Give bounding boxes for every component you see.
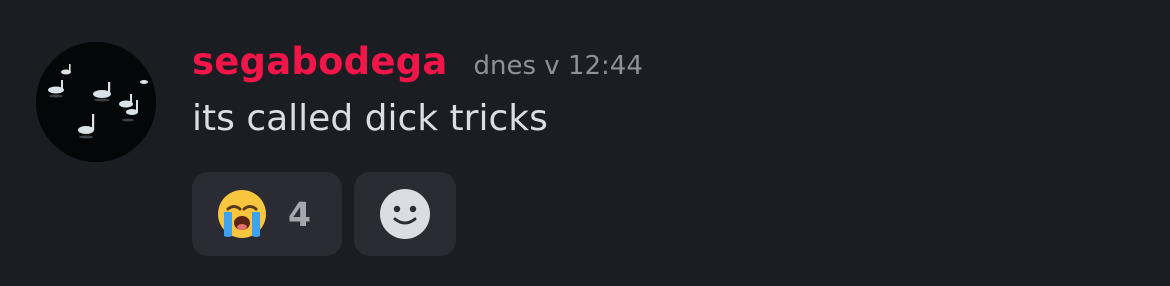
reaction-count: 4 xyxy=(288,194,311,234)
reactions-bar: 4 xyxy=(192,172,456,256)
add-reaction-button[interactable] xyxy=(354,172,456,256)
reaction-crying[interactable]: 4 xyxy=(192,172,342,256)
swans-avatar-image xyxy=(36,42,156,162)
message-header: segabodega dnes v 12:44 xyxy=(192,40,643,90)
smiley-add-reaction-icon xyxy=(380,189,430,239)
chat-message: segabodega dnes v 12:44 its called dick … xyxy=(0,0,1170,286)
message-content: its called dick tricks xyxy=(192,98,548,139)
username[interactable]: segabodega xyxy=(192,40,448,83)
timestamp[interactable]: dnes v 12:44 xyxy=(474,51,643,81)
loudly-crying-face-icon xyxy=(218,190,266,238)
avatar[interactable] xyxy=(36,42,156,162)
